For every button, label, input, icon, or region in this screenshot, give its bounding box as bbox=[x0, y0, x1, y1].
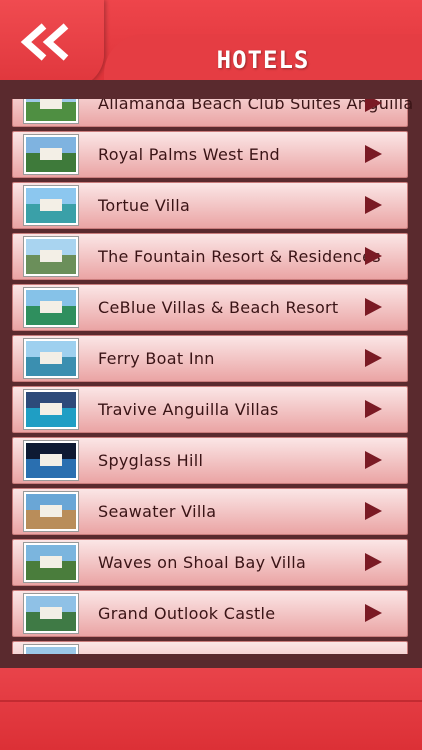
hotel-thumbnail bbox=[24, 594, 78, 633]
double-chevron-left-icon bbox=[20, 23, 69, 61]
hotel-list-item[interactable]: Waves on Shoal Bay Villa bbox=[12, 539, 408, 586]
hotel-name: Ferry Boat Inn bbox=[98, 349, 215, 368]
hotel-name: Royal Palms West End bbox=[98, 145, 281, 164]
hotel-list-item[interactable]: Spyglass Hill bbox=[12, 437, 408, 484]
bottom-divider bbox=[0, 700, 422, 702]
hotel-thumbnail bbox=[24, 645, 78, 654]
hotel-name: Grand Outlook Castle bbox=[98, 604, 276, 623]
hotel-thumbnail bbox=[24, 186, 78, 225]
play-arrow-icon bbox=[365, 298, 382, 316]
hotel-list-item[interactable]: Grand Outlook Castle bbox=[12, 590, 408, 637]
play-arrow-icon bbox=[365, 247, 382, 265]
hotel-list-item[interactable]: The Fountain Resort & Residences bbox=[12, 233, 408, 280]
bottom-bar bbox=[0, 668, 422, 750]
hotel-thumbnail bbox=[24, 135, 78, 174]
back-button[interactable] bbox=[0, 0, 104, 88]
hotel-name: CeBlue Villas & Beach Resort bbox=[98, 298, 339, 317]
hotel-list-item[interactable]: Seawater Villa bbox=[12, 488, 408, 535]
hotel-thumbnail bbox=[24, 288, 78, 327]
hotel-list-item[interactable]: Royal Palms West End bbox=[12, 131, 408, 178]
hotel-list-item[interactable] bbox=[12, 641, 408, 654]
hotel-list[interactable]: Allamanda Beach Club Suites Anguilla Roya… bbox=[10, 99, 412, 654]
play-arrow-icon bbox=[365, 349, 382, 367]
hotel-thumbnail bbox=[24, 390, 78, 429]
hotel-list-item[interactable]: Allamanda Beach Club Suites Anguilla bbox=[12, 99, 412, 127]
play-arrow-icon bbox=[365, 604, 382, 622]
hotel-name: The Fountain Resort & Residences bbox=[98, 247, 381, 266]
play-arrow-icon bbox=[365, 502, 382, 520]
hotel-name: Waves on Shoal Bay Villa bbox=[98, 553, 307, 572]
hotel-name: Travive Anguilla Villas bbox=[98, 400, 279, 419]
hotel-name: Tortue Villa bbox=[98, 196, 191, 215]
play-arrow-icon bbox=[365, 196, 382, 214]
hotel-list-item[interactable]: CeBlue Villas & Beach Resort bbox=[12, 284, 408, 331]
hotel-list-item[interactable]: Tortue Villa bbox=[12, 182, 408, 229]
play-arrow-icon bbox=[365, 99, 382, 112]
play-arrow-icon bbox=[365, 145, 382, 163]
play-arrow-icon bbox=[365, 451, 382, 469]
play-arrow-icon bbox=[365, 553, 382, 571]
play-arrow-icon bbox=[365, 400, 382, 418]
hotel-thumbnail bbox=[24, 492, 78, 531]
hotel-name: Spyglass Hill bbox=[98, 451, 204, 470]
hotel-list-item[interactable]: Ferry Boat Inn bbox=[12, 335, 408, 382]
hotel-thumbnail bbox=[24, 339, 78, 378]
hotel-thumbnail bbox=[24, 99, 78, 123]
hotel-thumbnail bbox=[24, 237, 78, 276]
hotel-thumbnail bbox=[24, 441, 78, 480]
hotel-thumbnail bbox=[24, 543, 78, 582]
hotel-name: Seawater Villa bbox=[98, 502, 217, 521]
hotel-list-item[interactable]: Travive Anguilla Villas bbox=[12, 386, 408, 433]
